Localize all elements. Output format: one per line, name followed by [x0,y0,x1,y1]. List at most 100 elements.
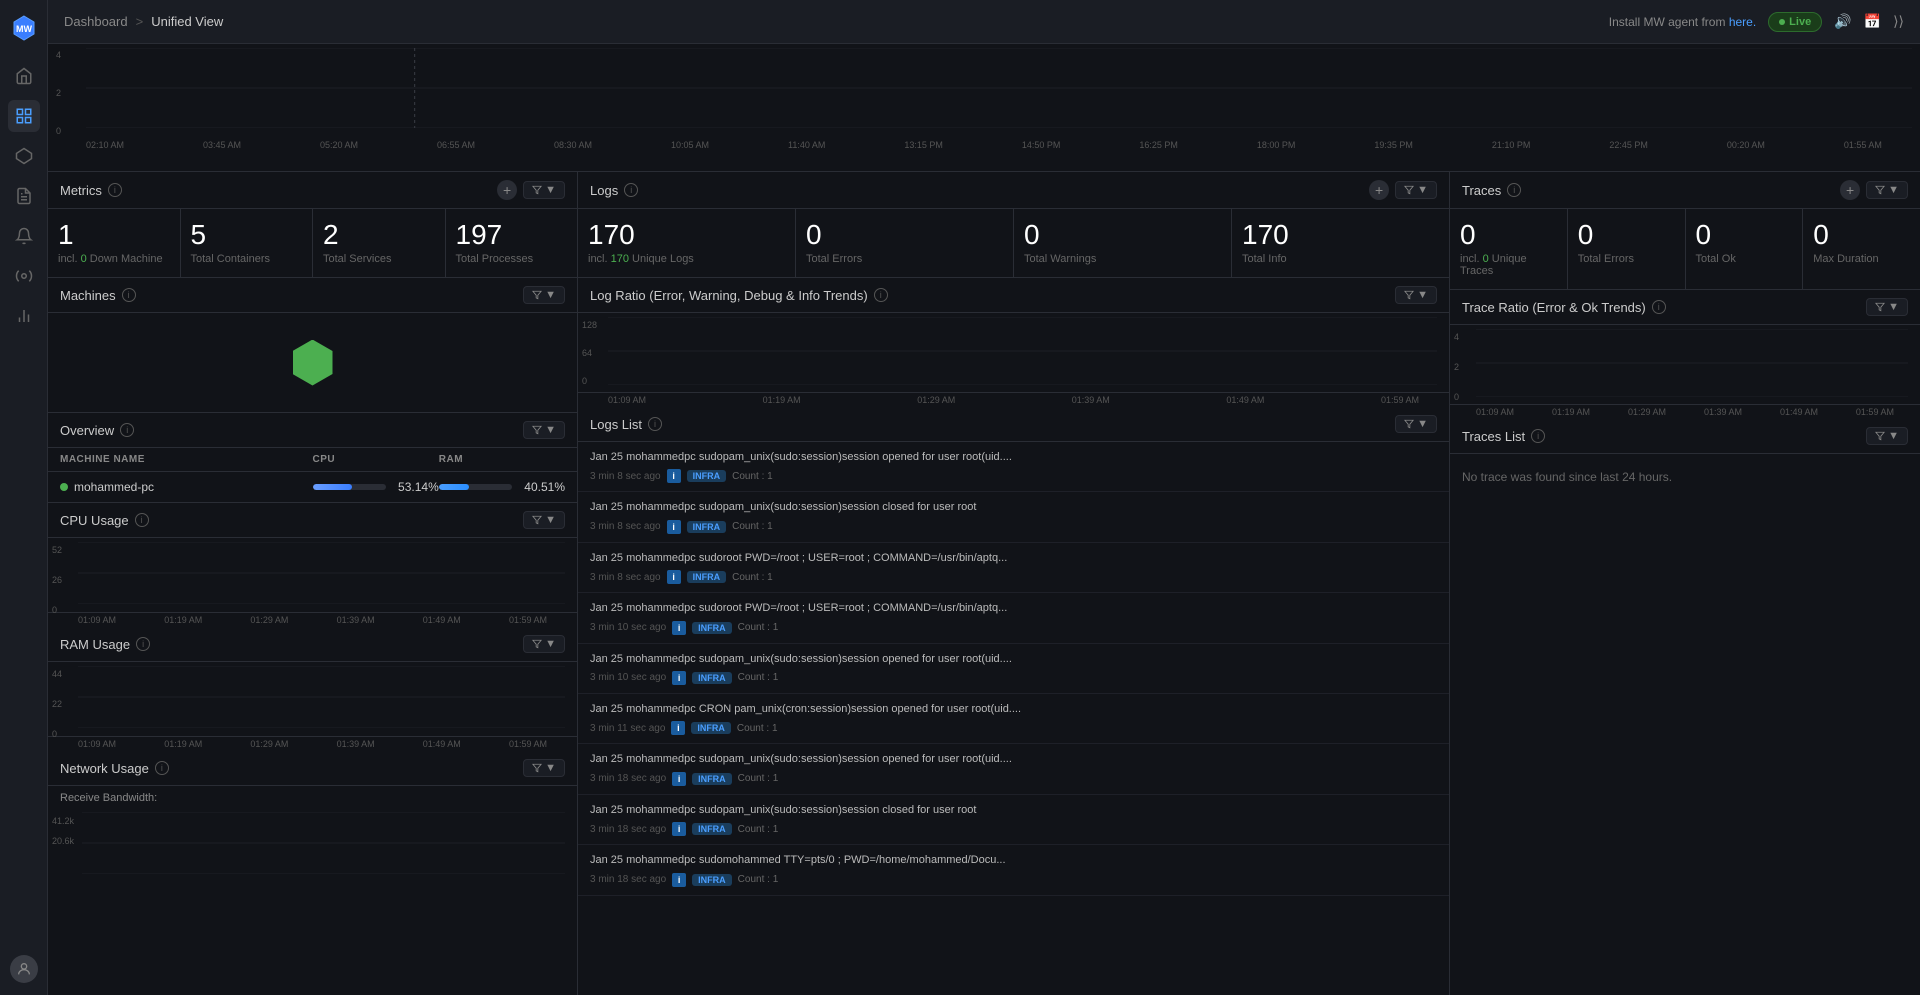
logs-info-label: Total Info [1242,253,1439,265]
log-ratio-y-labels: 128640 [582,317,597,390]
cpu-cell: 53.14% [313,480,439,494]
mute-button[interactable]: 🔊 [1834,13,1851,30]
network-filter-button[interactable]: ▼ [523,759,565,777]
live-dot [1779,19,1785,25]
machines-filter-button[interactable]: ▼ [523,286,565,304]
logs-list-filter-button[interactable]: ▼ [1395,415,1437,433]
logs-metric-errors: 0 Total Errors [796,209,1014,277]
log-item[interactable]: Jan 25 mohammedpc CRON pam_unix(cron:ses… [578,694,1449,744]
logs-add-button[interactable]: + [1369,180,1389,200]
log-text: Jan 25 mohammedpc sudoroot PWD=/root ; U… [590,551,1429,566]
overview-info-icon[interactable]: i [120,423,134,437]
traces-column: Traces i + ▼ 0 incl. 0 Unique Traces [1450,172,1920,995]
log-infra-badge: INFRA [692,874,732,886]
trace-ratio-info-icon[interactable]: i [1652,300,1666,314]
ram-chart-svg [78,666,565,728]
user-avatar[interactable] [10,955,38,983]
overview-table-row: mohammed-pc 53.14% 40.51% [48,472,577,503]
log-item[interactable]: Jan 25 mohammedpc sudopam_unix(sudo:sess… [578,442,1449,492]
machine-node[interactable] [293,340,333,386]
cpu-progress [313,484,387,490]
trace-ratio-actions: ▼ [1866,298,1908,316]
machines-info-icon[interactable]: i [122,288,136,302]
main-content: Dashboard > Unified View Install MW agen… [48,0,1920,995]
traces-info-icon[interactable]: i [1507,183,1521,197]
cpu-usage-title: CPU Usage i [60,513,149,528]
calendar-button[interactable]: 📅 [1864,13,1881,30]
sidebar-item-dashboard[interactable] [8,100,40,132]
cpu-filter-button[interactable]: ▼ [523,511,565,529]
traces-duration-label: Max Duration [1813,253,1910,265]
log-item[interactable]: Jan 25 mohammedpc sudoroot PWD=/root ; U… [578,543,1449,593]
trace-ratio-filter-button[interactable]: ▼ [1866,298,1908,316]
log-item[interactable]: Jan 25 mohammedpc sudopam_unix(sudo:sess… [578,644,1449,694]
traces-list-filter-button[interactable]: ▼ [1866,427,1908,445]
logs-warnings-label: Total Warnings [1024,253,1221,265]
cpu-usage-info-icon[interactable]: i [135,513,149,527]
trace-ratio-header: Trace Ratio (Error & Ok Trends) i ▼ [1450,290,1920,325]
machine-name[interactable]: mohammed-pc [74,480,154,494]
metrics-filter-button[interactable]: ▼ [523,181,565,199]
traces-unique-label: incl. 0 Unique Traces [1460,253,1557,277]
traces-title: Traces i [1462,183,1521,198]
logs-list-info-icon[interactable]: i [648,417,662,431]
sidebar-item-logs[interactable] [8,180,40,212]
sidebar-item-alerts[interactable] [8,220,40,252]
logs-list[interactable]: Jan 25 mohammedpc sudopam_unix(sudo:sess… [578,442,1449,995]
sidebar-logo[interactable]: MW [8,12,40,44]
logs-list-header: Logs List i ▼ [578,407,1449,442]
sidebar-item-home[interactable] [8,60,40,92]
topbar-right: Install MW agent from here. Live 🔊 📅 ⟩⟩ [1609,12,1904,32]
log-text: Jan 25 mohammedpc CRON pam_unix(cron:ses… [590,702,1429,717]
log-level-badge: i [672,822,686,836]
logs-filter-button[interactable]: ▼ [1395,181,1437,199]
log-item[interactable]: Jan 25 mohammedpc sudopam_unix(sudo:sess… [578,795,1449,845]
metric-services-label: Total Services [323,253,435,265]
traces-list-info-icon[interactable]: i [1531,429,1545,443]
log-infra-badge: INFRA [692,823,732,835]
sidebar-item-infrastructure[interactable] [8,140,40,172]
overview-title: Overview i [60,423,134,438]
svg-text:MW: MW [16,24,32,34]
breadcrumb-current: Unified View [151,14,223,29]
traces-metric-duration: 0 Max Duration [1803,209,1920,289]
metric-containers-value: 5 [191,221,303,249]
log-item[interactable]: Jan 25 mohammedpc sudopam_unix(sudo:sess… [578,744,1449,794]
install-link[interactable]: here. [1729,15,1756,29]
log-item[interactable]: Jan 25 mohammedpc sudoroot PWD=/root ; U… [578,593,1449,643]
ram-usage-info-icon[interactable]: i [136,637,150,651]
logs-title: Logs i [590,183,638,198]
metrics-add-button[interactable]: + [497,180,517,200]
traces-metrics-row: 0 incl. 0 Unique Traces 0 Total Errors 0… [1450,209,1920,290]
network-receive-label: Receive Bandwidth: [60,792,157,804]
traces-duration-value: 0 [1813,221,1910,249]
network-usage-actions: ▼ [523,759,565,777]
network-usage-info-icon[interactable]: i [155,761,169,775]
logs-info-icon[interactable]: i [624,183,638,197]
sidebar-item-analytics[interactable] [8,300,40,332]
ram-filter-button[interactable]: ▼ [523,635,565,653]
metric-processes-label: Total Processes [456,253,568,265]
log-infra-badge: INFRA [692,672,732,684]
ram-x-labels: 01:09 AM01:19 AM01:29 AM01:39 AM01:49 AM… [48,737,577,751]
metrics-column: Metrics i + ▼ 1 incl. 0 Down Machine [48,172,578,995]
logs-unique-value: 170 [588,221,785,249]
log-ratio-filter-button[interactable]: ▼ [1395,286,1437,304]
log-level-badge: i [672,621,686,635]
overview-filter-button[interactable]: ▼ [523,421,565,439]
sidebar-item-integrations[interactable] [8,260,40,292]
log-item[interactable]: Jan 25 mohammedpc sudopam_unix(sudo:sess… [578,492,1449,542]
log-ratio-info-icon[interactable]: i [874,288,888,302]
traces-header: Traces i + ▼ [1450,172,1920,209]
traces-errors-label: Total Errors [1578,253,1675,265]
expand-button[interactable]: ⟩⟩ [1893,13,1904,30]
metrics-info-icon[interactable]: i [108,183,122,197]
topbar: Dashboard > Unified View Install MW agen… [48,0,1920,44]
log-meta: 3 min 10 sec ago i INFRA Count : 1 [590,671,1437,685]
log-item[interactable]: Jan 25 mohammedpc sudomohammed TTY=pts/0… [578,845,1449,895]
log-text: Jan 25 mohammedpc sudoroot PWD=/root ; U… [590,601,1429,616]
traces-filter-button[interactable]: ▼ [1866,181,1908,199]
network-chart-area: 41.2k20.6k [48,808,577,883]
traces-add-button[interactable]: + [1840,180,1860,200]
metric-services: 2 Total Services [313,209,446,277]
